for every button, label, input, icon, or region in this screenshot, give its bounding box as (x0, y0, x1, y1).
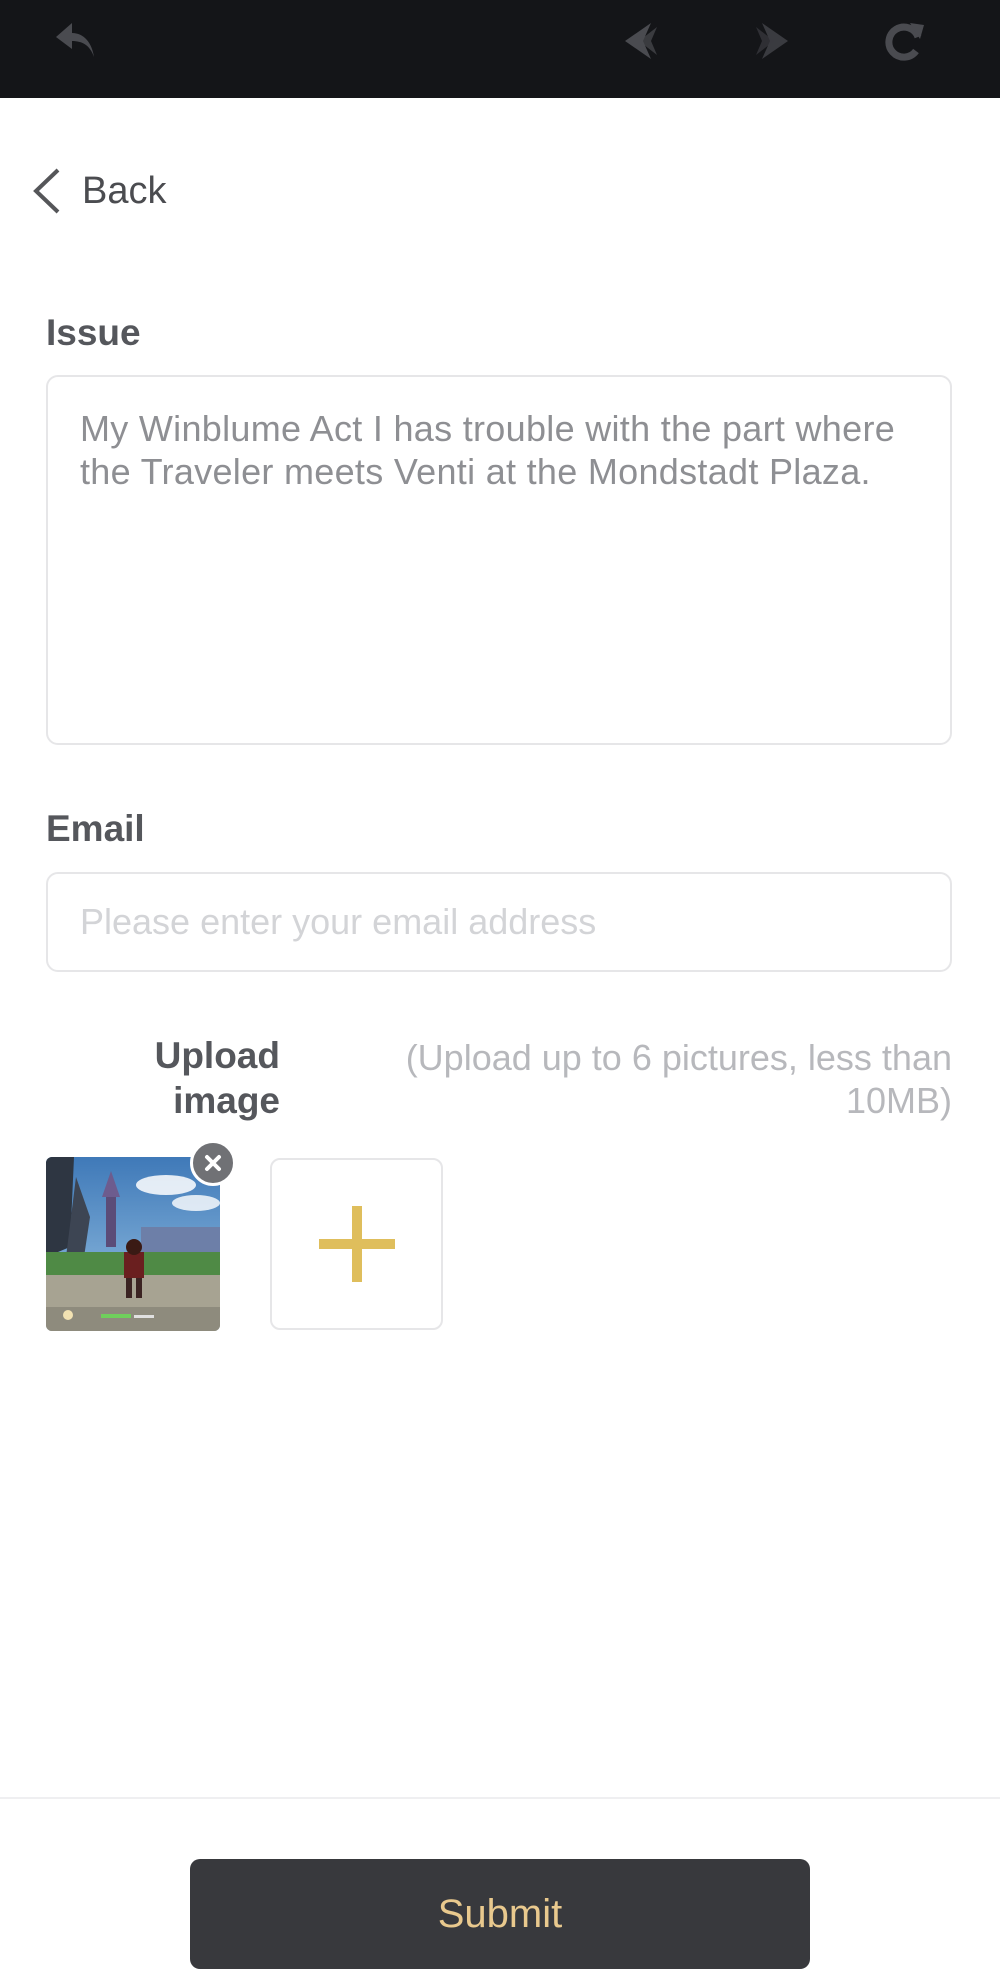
upload-hint: (Upload up to 6 pictures, less than 10MB… (405, 1037, 952, 1121)
browser-toolbar (0, 0, 1000, 98)
add-image-button[interactable] (270, 1158, 443, 1330)
issue-textarea[interactable]: My Winblume Act I has trouble with the p… (46, 375, 952, 745)
back-icon[interactable] (617, 17, 665, 65)
remove-image-button[interactable] (190, 1140, 236, 1186)
footer-divider (0, 1797, 1000, 1799)
chevron-left-icon (33, 168, 60, 214)
close-icon (205, 1155, 221, 1171)
reload-icon[interactable] (880, 17, 928, 65)
back-label: Back (82, 169, 167, 212)
upload-image-label: Upload image (154, 1035, 280, 1121)
uploaded-image-thumbnail[interactable] (46, 1157, 220, 1331)
email-label: Email (46, 808, 145, 849)
undo-arrow-icon[interactable] (52, 17, 100, 65)
back-button[interactable]: Back (30, 163, 166, 219)
issue-label: Issue (46, 312, 141, 353)
email-field[interactable] (46, 872, 952, 972)
plus-icon (318, 1206, 395, 1282)
forward-icon[interactable] (748, 17, 796, 65)
submit-button[interactable]: Submit (190, 1859, 810, 1969)
